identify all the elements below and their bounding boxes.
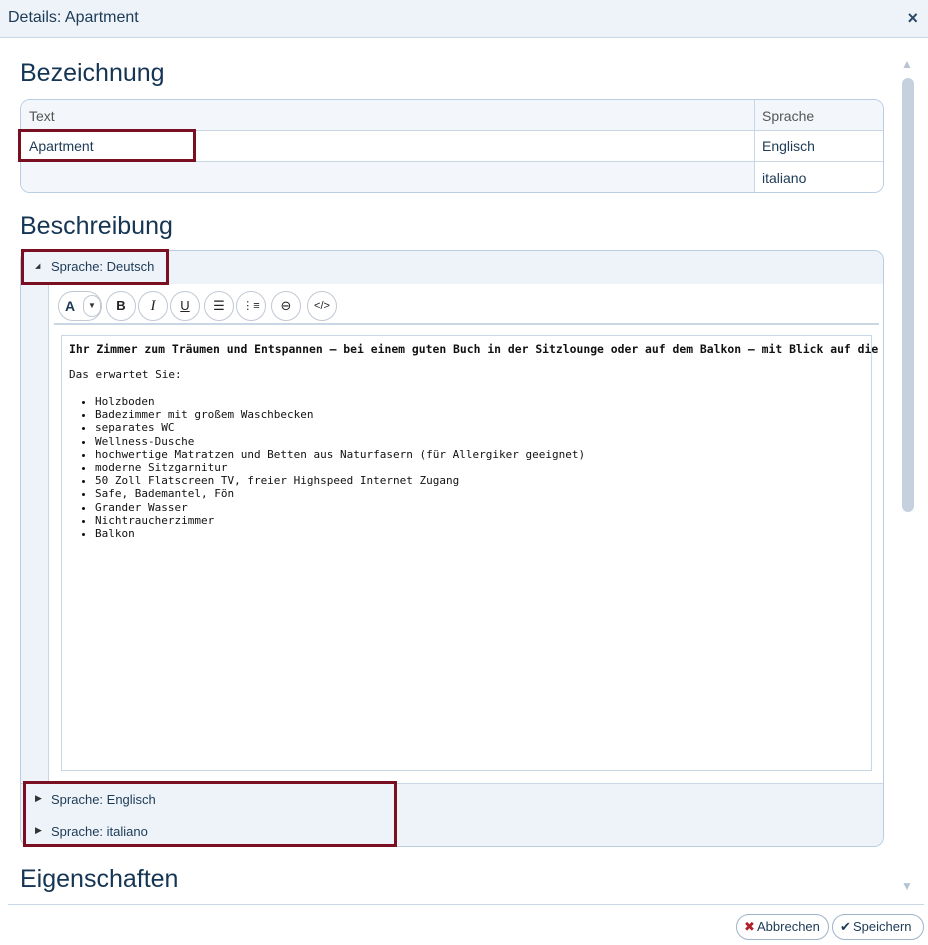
expand-arrow-icon: ▶ bbox=[35, 793, 42, 803]
grid-header-text[interactable]: Text bbox=[29, 108, 55, 124]
accordion-label: Sprache: Englisch bbox=[51, 792, 156, 807]
feature-list-item: Holzboden bbox=[95, 395, 864, 408]
accordion-header-italiano[interactable]: ▶ Sprache: italiano bbox=[21, 816, 883, 846]
feature-list-item: Safe, Bademantel, Fön bbox=[95, 487, 864, 500]
font-color-button[interactable]: A ▼ bbox=[58, 291, 102, 321]
save-button-label: Speichern bbox=[853, 919, 912, 934]
accordion-label: Sprache: Deutsch bbox=[51, 259, 155, 274]
description-editor[interactable]: Ihr Zimmer zum Träumen und Entspannen – … bbox=[61, 335, 884, 771]
italic-button[interactable]: I bbox=[138, 291, 168, 321]
column-divider[interactable] bbox=[754, 100, 755, 192]
dialog-footer: ✖ Abbrechen ✔ Speichern bbox=[0, 904, 928, 945]
collapse-arrow-icon: ◢ bbox=[35, 263, 41, 270]
description-headline: Ihr Zimmer zum Träumen und Entspannen – … bbox=[69, 342, 884, 356]
feature-list-item: hochwertige Matratzen und Betten aus Nat… bbox=[95, 448, 864, 461]
feature-list-item: Balkon bbox=[95, 527, 864, 540]
dialog-content: Bezeichnung Text Sprache Apartment Engli… bbox=[0, 39, 896, 904]
save-button[interactable]: ✔ Speichern bbox=[832, 914, 924, 940]
grid-cell-language: Englisch bbox=[762, 138, 815, 154]
numbered-list-icon[interactable]: ⋮≡ bbox=[236, 291, 266, 321]
scroll-up-icon[interactable]: ▲ bbox=[901, 57, 913, 71]
feature-list-item: 50 Zoll Flatscreen TV, freier Highspeed … bbox=[95, 474, 864, 487]
close-icon[interactable]: × bbox=[907, 9, 918, 27]
check-icon: ✔ bbox=[840, 919, 851, 934]
accordion-collapsed-group: ▶ Sprache: Englisch ▶ Sprache: italiano bbox=[21, 783, 883, 846]
accordion-body-deutsch: A ▼ B I U ☰ ⋮≡ ⊖ </> Ihr Zimmer zum Träu… bbox=[48, 284, 884, 784]
chevron-down-icon[interactable]: ▼ bbox=[83, 295, 101, 317]
underline-button[interactable]: U bbox=[170, 291, 200, 321]
dialog-titlebar: Details: Apartment × bbox=[0, 0, 928, 38]
font-icon: A bbox=[65, 298, 76, 314]
cancel-button-label: Abbrechen bbox=[757, 919, 820, 934]
feature-list: HolzbodenBadezimmer mit großem Waschbeck… bbox=[69, 395, 864, 540]
feature-list-item: moderne Sitzgarnitur bbox=[95, 461, 864, 474]
expand-arrow-icon: ▶ bbox=[35, 825, 42, 835]
grid-cell-language: italiano bbox=[762, 170, 807, 186]
grid-cell-language-wrap: italiano bbox=[754, 162, 883, 192]
section-title-bezeichnung: Bezeichnung bbox=[20, 59, 165, 87]
bezeichnung-grid: Text Sprache Apartment Englisch italiano bbox=[20, 99, 884, 193]
grid-cell-text[interactable]: Apartment bbox=[29, 138, 94, 154]
accordion-label: Sprache: italiano bbox=[51, 824, 148, 839]
bold-button[interactable]: B bbox=[106, 291, 136, 321]
feature-list-item: Nichtraucherzimmer bbox=[95, 514, 864, 527]
dialog-title: Details: Apartment bbox=[8, 9, 139, 26]
editor-toolbar: A ▼ B I U ☰ ⋮≡ ⊖ </> bbox=[54, 287, 879, 325]
code-icon[interactable]: </> bbox=[307, 291, 337, 321]
feature-list-item: Grander Wasser bbox=[95, 501, 864, 514]
accordion-header-deutsch[interactable]: ◢ Sprache: Deutsch bbox=[21, 251, 883, 283]
accordion-header-englisch[interactable]: ▶ Sprache: Englisch bbox=[21, 784, 883, 816]
bullet-list-icon[interactable]: ☰ bbox=[204, 291, 234, 321]
feature-list-item: separates WC bbox=[95, 421, 864, 434]
footer-divider bbox=[8, 904, 924, 905]
description-accordion: ◢ Sprache: Deutsch A ▼ B I U ☰ ⋮≡ ⊖ </> … bbox=[20, 250, 884, 847]
link-icon[interactable]: ⊖ bbox=[271, 291, 301, 321]
feature-list-item: Badezimmer mit großem Waschbecken bbox=[95, 408, 864, 421]
cancel-button[interactable]: ✖ Abbrechen bbox=[736, 914, 829, 940]
section-title-eigenschaften: Eigenschaften bbox=[20, 865, 179, 893]
description-intro: Das erwartet Sie: bbox=[69, 368, 182, 381]
close-icon: ✖ bbox=[744, 919, 755, 934]
section-title-beschreibung: Beschreibung bbox=[20, 212, 173, 240]
scroll-down-icon[interactable]: ▼ bbox=[901, 879, 913, 893]
scrollbar-thumb[interactable] bbox=[902, 78, 914, 512]
feature-list-item: Wellness-Dusche bbox=[95, 435, 864, 448]
grid-header-language[interactable]: Sprache bbox=[762, 108, 814, 124]
grid-cell-text-empty[interactable] bbox=[21, 162, 754, 192]
